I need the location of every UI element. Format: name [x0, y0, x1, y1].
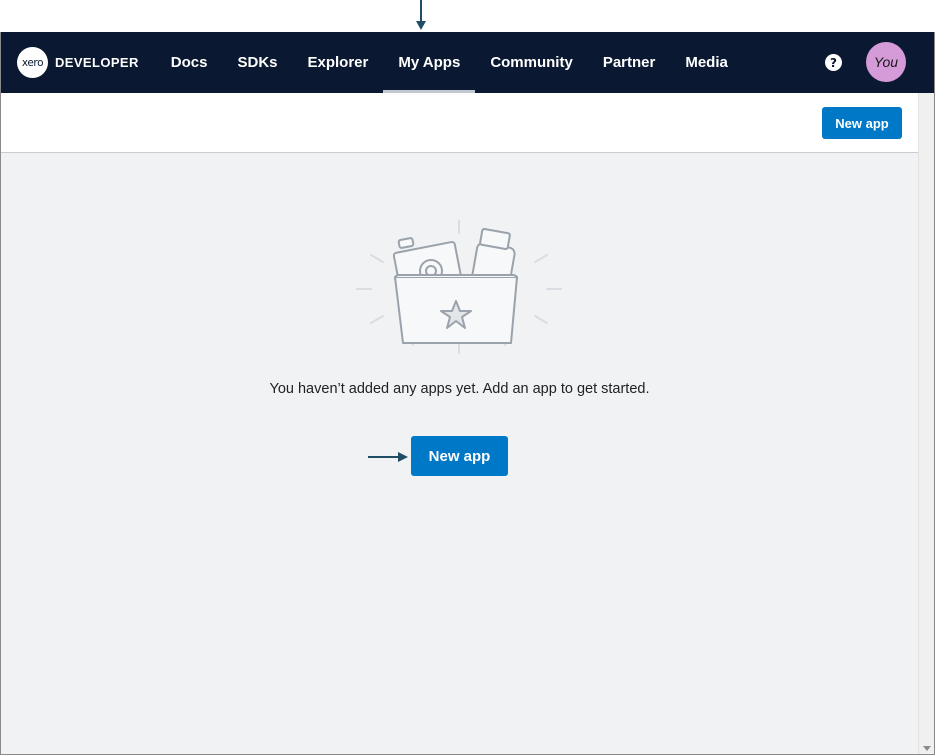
- new-app-button[interactable]: New app: [411, 436, 508, 476]
- nav-item-community[interactable]: Community: [475, 32, 588, 93]
- main-content: You haven’t added any apps yet. Add an a…: [1, 153, 918, 754]
- empty-state-message: You haven’t added any apps yet. Add an a…: [269, 381, 650, 397]
- browser-window: xero DEVELOPER Docs SDKs Explorer My App…: [0, 32, 935, 755]
- vertical-scrollbar[interactable]: [918, 93, 934, 754]
- main-nav: Docs SDKs Explorer My Apps Community Par…: [156, 32, 743, 93]
- nav-item-docs[interactable]: Docs: [156, 32, 223, 93]
- new-app-button-toolbar[interactable]: New app: [822, 107, 902, 139]
- brand[interactable]: xero DEVELOPER: [17, 32, 139, 93]
- annotation-arrow-right-icon: [368, 452, 408, 462]
- xero-logo-icon: xero: [17, 47, 48, 78]
- toolbar: New app: [1, 93, 918, 153]
- logo-text: xero: [21, 56, 44, 69]
- scroll-down-arrow-icon[interactable]: [923, 746, 931, 751]
- nav-item-partner[interactable]: Partner: [588, 32, 671, 93]
- annotation-arrow-down-icon: [416, 0, 426, 30]
- help-icon[interactable]: ?: [825, 54, 842, 71]
- brand-title: DEVELOPER: [55, 55, 139, 70]
- nav-item-my-apps[interactable]: My Apps: [383, 32, 476, 93]
- avatar[interactable]: You: [866, 42, 906, 82]
- nav-item-sdks[interactable]: SDKs: [222, 32, 292, 93]
- nav-item-explorer[interactable]: Explorer: [293, 32, 384, 93]
- top-navigation-bar: xero DEVELOPER Docs SDKs Explorer My App…: [1, 32, 934, 93]
- empty-folder-illustration-icon: [356, 220, 562, 354]
- nav-item-media[interactable]: Media: [670, 32, 743, 93]
